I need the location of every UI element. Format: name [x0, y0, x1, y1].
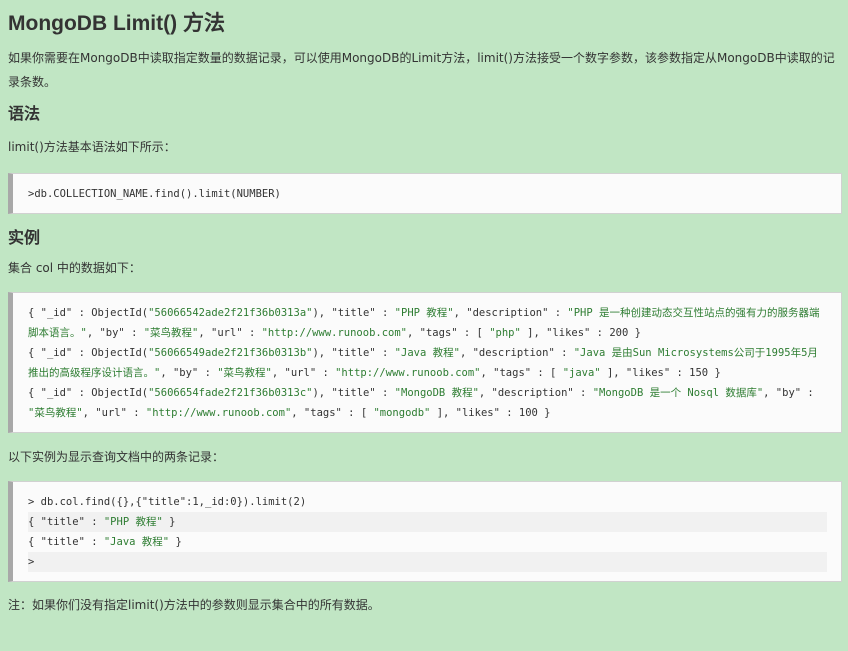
by-string: "菜鸟教程" — [217, 367, 272, 379]
code-token: , "description" : — [459, 347, 574, 359]
code-token: ), "title" : — [312, 307, 395, 319]
code-token: , "by" : — [160, 367, 218, 379]
code-token: , "by" : — [86, 327, 144, 339]
code-token: , "tags" : [ — [480, 367, 563, 379]
query-description: 以下实例为显示查询文档中的两条记录： — [8, 450, 225, 464]
document-record-2: { "_id" : ObjectId("56066549ade2f21f36b0… — [28, 343, 827, 383]
title-string: "PHP 教程" — [103, 516, 163, 528]
code-token: { "title" : — [28, 536, 104, 548]
code-token: , "tags" : [ — [291, 407, 374, 419]
object-id-string: "5606654fade2f21f36b0313c" — [148, 387, 313, 399]
title-string: "PHP 教程" — [394, 307, 454, 319]
tag-string: "mongodb" — [373, 407, 431, 419]
page-title: MongoDB Limit() 方法 — [8, 12, 225, 35]
code-token: ), "title" : — [312, 347, 395, 359]
tag-string: "php" — [489, 327, 521, 339]
likes-number: 150 — [689, 367, 709, 379]
syntax-code-line: >db.COLLECTION_NAME.find().limit(NUMBER) — [28, 188, 281, 200]
likes-number: 200 — [609, 327, 629, 339]
title-string: "Java 教程" — [394, 347, 460, 359]
code-token: , "description" : — [453, 307, 568, 319]
document-record-3: { "_id" : ObjectId("5606654fade2f21f36b0… — [28, 383, 827, 423]
query-result-line-2: { "title" : "Java 教程" } — [28, 532, 827, 552]
title-string: "MongoDB 教程" — [394, 387, 479, 399]
article: MongoDB Limit() 方法 如果你需要在MongoDB中读取指定数量的… — [0, 0, 848, 617]
intro-paragraph: 如果你需要在MongoDB中读取指定数量的数据记录，可以使用MongoDB的Li… — [8, 51, 835, 89]
syntax-heading: 语法 — [8, 106, 41, 123]
object-id-string: "56066542ade2f21f36b0313a" — [148, 307, 313, 319]
url-string: "http://www.runoob.com" — [335, 367, 481, 379]
code-token: , "tags" : [ — [407, 327, 490, 339]
query-result-line-1: { "title" : "PHP 教程" } — [28, 512, 827, 532]
code-token: } — [628, 327, 641, 339]
code-token: { "_id" : ObjectId( — [28, 347, 149, 359]
description-string: "MongoDB 是一个 Nosql 数据库" — [592, 387, 764, 399]
collection-data-code-block[interactable]: { "_id" : ObjectId("56066542ade2f21f36b0… — [8, 292, 842, 433]
query-code-block[interactable]: > db.col.find({},{"title":1,_id:0}).limi… — [8, 481, 842, 582]
code-token: , "url" : — [271, 367, 336, 379]
url-string: "http://www.runoob.com" — [145, 407, 292, 419]
code-token: , "url" : — [198, 327, 262, 339]
code-token: { "_id" : ObjectId( — [28, 387, 149, 399]
note-paragraph: 注：如果你们没有指定limit()方法中的参数则显示集合中的所有数据。 — [8, 598, 380, 612]
object-id-string: "56066549ade2f21f36b0313b" — [148, 347, 313, 359]
example-description: 集合 col 中的数据如下： — [8, 261, 141, 275]
syntax-description: limit()方法基本语法如下所示： — [8, 140, 176, 154]
syntax-code-block[interactable]: >db.COLLECTION_NAME.find().limit(NUMBER) — [8, 173, 842, 214]
code-token: ], "likes" : — [520, 327, 610, 339]
code-token: , "by" : — [763, 387, 821, 399]
url-string: "http://www.runoob.com" — [261, 327, 408, 339]
title-string: "Java 教程" — [103, 536, 170, 548]
by-string: "菜鸟教程" — [28, 407, 83, 419]
code-token: } — [169, 536, 182, 548]
code-token: { "_id" : ObjectId( — [28, 307, 149, 319]
code-token: ), "title" : — [312, 387, 395, 399]
code-token: { "title" : — [28, 516, 104, 528]
code-token: } — [162, 516, 176, 528]
code-token: } — [708, 367, 721, 379]
query-prompt-line: > — [28, 552, 827, 572]
document-record-1: { "_id" : ObjectId("56066542ade2f21f36b0… — [28, 303, 827, 343]
query-command-line: > db.col.find({},{"title":1,_id:0}).limi… — [28, 496, 307, 508]
code-token: , "url" : — [82, 407, 146, 419]
code-token: ], "likes" : — [600, 367, 690, 379]
example-heading: 实例 — [8, 230, 41, 247]
code-token: ], "likes" : — [430, 407, 519, 419]
code-token: } — [537, 407, 551, 419]
likes-number: 100 — [518, 407, 538, 419]
code-token: , "description" : — [478, 387, 593, 399]
by-string: "菜鸟教程" — [143, 327, 199, 339]
tag-string: "java" — [562, 367, 601, 379]
